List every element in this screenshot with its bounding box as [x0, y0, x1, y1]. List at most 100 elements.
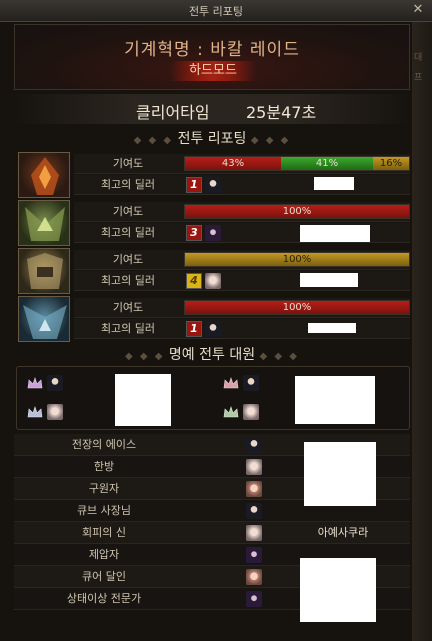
contribution-label: 기여도	[112, 205, 144, 218]
boss-row[interactable]: 기여도 43% 41% 16% 최고의 딜러 1	[16, 152, 410, 198]
redacted-name	[115, 374, 171, 426]
dealer-class-icon: 3	[186, 225, 202, 241]
raid-header: 기계혁명 : 바칼 레이드 하드모드	[14, 24, 410, 90]
contribution-segment: 100%	[185, 205, 409, 218]
honor-member[interactable]	[27, 404, 85, 422]
battle-report-window: 전투 리포팅 ✕ 대 프 기계혁명 : 바칼 레이드 하드모드 클리어타임 25…	[0, 0, 432, 641]
best-dealer-line: 최고의 딜러 1	[74, 319, 410, 339]
contribution-segment: 100%	[185, 253, 409, 266]
divider-ornament-right: ◆ ◆ ◆	[250, 135, 291, 146]
award-title: 전장의 에이스	[71, 438, 137, 451]
title-awards-list: 전장의 에이스 한방 구원자 큐브 사장님 회피의 신 아예사쿠라 제압자 큐어…	[14, 434, 410, 634]
redacted-name	[304, 442, 376, 506]
award-title: 회피의 신	[82, 526, 126, 539]
contribution-bar: 43% 41% 16%	[184, 156, 410, 171]
background-strip: 대 프	[412, 22, 432, 641]
honor-section-label: 명예 전투 대원	[168, 347, 256, 363]
award-avatar	[246, 481, 262, 497]
blue-boss-portrait	[18, 296, 70, 342]
dealer-avatar	[205, 177, 221, 193]
honor-member[interactable]	[223, 404, 281, 422]
best-dealer-line: 최고의 딜러 4	[74, 271, 410, 291]
redacted-name	[314, 177, 354, 190]
contribution-line: 기여도 100%	[74, 202, 410, 222]
contribution-bar: 100%	[184, 252, 410, 267]
contribution-label: 기여도	[112, 157, 144, 170]
award-avatar	[246, 459, 262, 475]
list-item[interactable]: 회피의 신 아예사쿠라	[14, 522, 410, 544]
crown-icon	[27, 377, 43, 389]
contribution-line: 기여도 100%	[74, 298, 410, 318]
contribution-label: 기여도	[112, 253, 144, 266]
difficulty-label: 하드모드	[189, 63, 237, 78]
crown-icon	[223, 406, 239, 418]
member-avatar	[243, 375, 259, 391]
best-dealer-label: 최고의 딜러	[100, 226, 156, 239]
award-avatar	[246, 569, 262, 585]
window-title: 전투 리포팅	[188, 5, 244, 18]
award-title: 제압자	[88, 548, 120, 561]
award-avatar	[246, 503, 262, 519]
crown-icon	[223, 377, 239, 389]
best-dealer-label: 최고의 딜러	[100, 178, 156, 191]
redacted-name	[308, 323, 356, 333]
award-title: 구원자	[88, 482, 120, 495]
report-section-label: 전투 리포팅	[177, 131, 247, 147]
award-title: 상태이상 전문가	[66, 592, 142, 605]
divider-ornament-right: ◆ ◆ ◆	[259, 351, 299, 362]
close-icon[interactable]: ✕	[410, 2, 426, 18]
best-dealer-label: 최고의 딜러	[100, 274, 156, 287]
best-dealer-label: 최고의 딜러	[100, 322, 156, 335]
clear-time-label: 클리어타임	[136, 103, 210, 122]
best-dealer-line: 최고의 딜러 3	[74, 223, 410, 243]
divider-ornament-left: ◆ ◆ ◆	[125, 351, 165, 362]
clear-time-value: 25분47초	[246, 103, 317, 122]
dealer-class-icon: 1	[186, 177, 202, 193]
redacted-name	[300, 273, 358, 287]
red-boss-portrait	[18, 152, 70, 198]
boss-row[interactable]: 기여도 100% 최고의 딜러 3	[16, 200, 410, 246]
member-avatar	[47, 404, 63, 420]
redacted-name	[295, 376, 375, 424]
contribution-line: 기여도 100%	[74, 250, 410, 270]
divider-ornament-left: ◆ ◆ ◆	[133, 135, 174, 146]
contribution-segment: 41%	[281, 157, 373, 170]
contribution-label: 기여도	[112, 301, 144, 314]
award-avatar	[246, 591, 262, 607]
crown-icon	[27, 406, 43, 418]
award-player-name: 아예사쿠라	[317, 526, 369, 539]
award-title: 한방	[93, 460, 115, 473]
honor-member[interactable]	[223, 375, 281, 393]
green-boss-portrait	[18, 200, 70, 246]
award-avatar	[246, 547, 262, 563]
contribution-segment: 16%	[373, 157, 409, 170]
award-avatar	[246, 525, 262, 541]
dealer-avatar	[205, 225, 221, 241]
contribution-bar: 100%	[184, 300, 410, 315]
honor-section-title: ◆ ◆ ◆ 명예 전투 대원 ◆ ◆ ◆	[14, 344, 410, 364]
boss-row[interactable]: 기여도 100% 최고의 딜러 4	[16, 248, 410, 294]
best-dealer-line: 최고의 딜러 1	[74, 175, 410, 195]
title-bar[interactable]: 전투 리포팅 ✕	[0, 0, 432, 22]
member-avatar	[47, 375, 63, 391]
award-avatar	[246, 437, 262, 453]
dealer-class-icon: 1	[186, 321, 202, 337]
redacted-name	[300, 558, 376, 622]
honor-member[interactable]	[27, 375, 85, 393]
contribution-line: 기여도 43% 41% 16%	[74, 154, 410, 174]
honor-members-box	[16, 366, 410, 430]
raid-name: 기계혁명 : 바칼 레이드	[124, 40, 300, 60]
report-section-title: ◆ ◆ ◆ 전투 리포팅 ◆ ◆ ◆	[14, 128, 410, 148]
contribution-bar: 100%	[184, 204, 410, 219]
award-title: 큐어 달인	[82, 570, 126, 583]
redacted-name	[300, 225, 370, 242]
contribution-segment: 43%	[185, 157, 281, 170]
contribution-segment: 100%	[185, 301, 409, 314]
award-title: 큐브 사장님	[76, 504, 132, 517]
member-avatar	[243, 404, 259, 420]
dealer-avatar	[205, 273, 221, 289]
gold-boss-portrait	[18, 248, 70, 294]
dealer-avatar	[205, 321, 221, 337]
boss-row[interactable]: 기여도 100% 최고의 딜러 1	[16, 296, 410, 342]
dealer-class-icon: 4	[186, 273, 202, 289]
